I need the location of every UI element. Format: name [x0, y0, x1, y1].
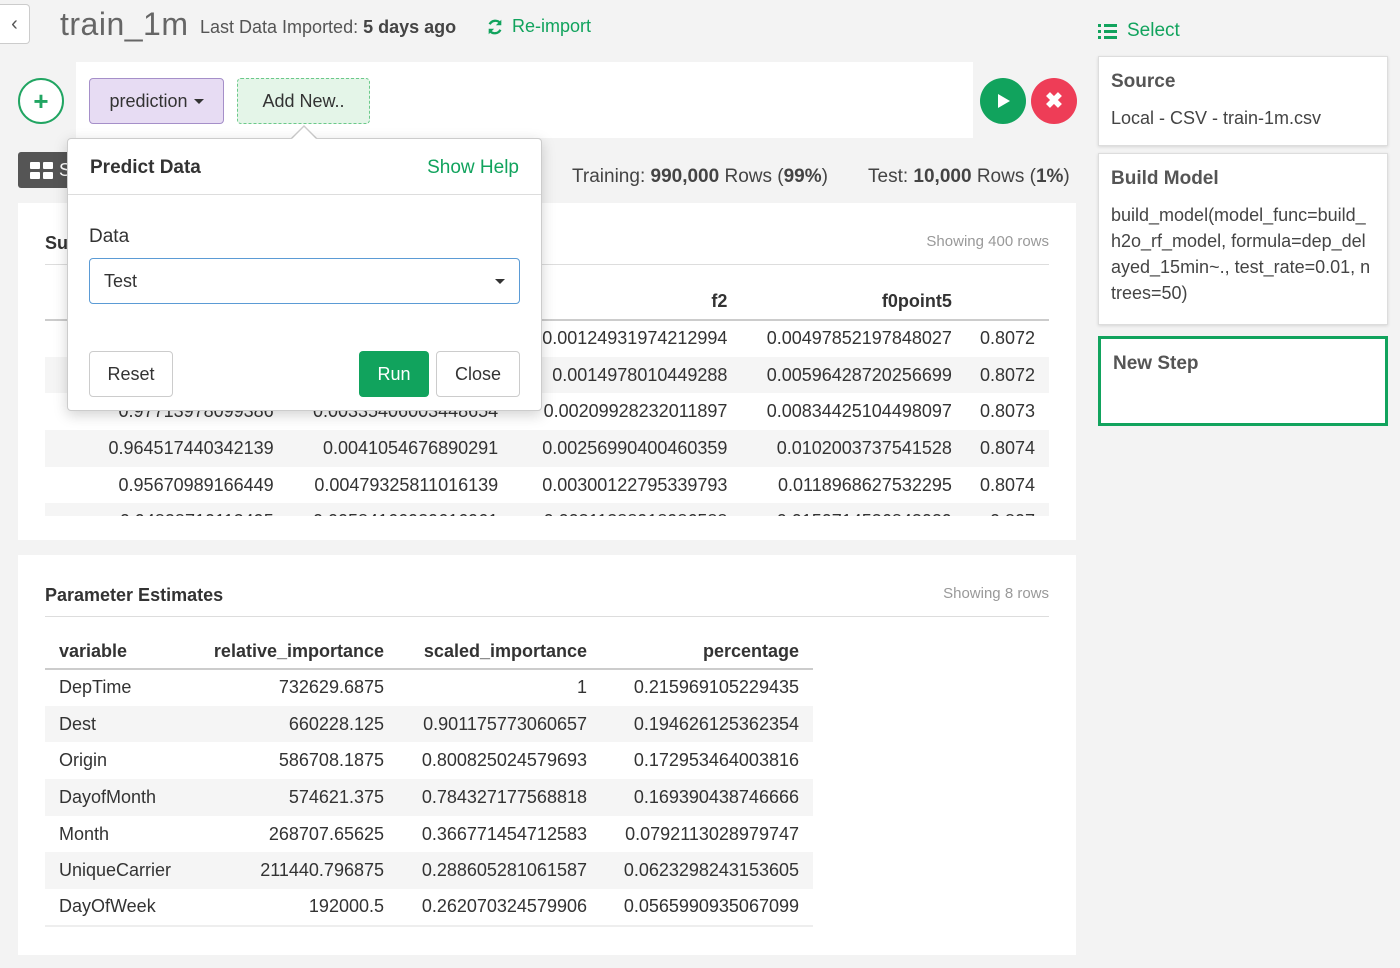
data-select[interactable]: Test	[89, 258, 520, 304]
step-card-source[interactable]: Source Local - CSV - train-1m.csv	[1098, 56, 1388, 146]
parameter-table: variable relative_importance scaled_impo…	[45, 635, 813, 927]
page-title: train_1m	[60, 6, 189, 42]
summary-showing-count: Showing 400 rows	[926, 233, 1049, 250]
chevron-left-icon: ‹	[11, 12, 18, 35]
table-row: Origin 586708.1875 0.800825024579693 0.1729…	[59, 750, 799, 771]
back-button[interactable]: ‹	[0, 4, 30, 44]
caret-down-icon	[193, 98, 204, 104]
param-panel-title: Parameter Estimates	[45, 585, 224, 605]
table-row: DepTime 732629.6875 1 0.215969105229435	[59, 677, 799, 698]
caret-down-icon	[495, 279, 505, 284]
training-rows: 990,000	[650, 166, 720, 187]
run-step-button[interactable]	[980, 78, 1026, 124]
cancel-step-button[interactable]: ✖	[1031, 78, 1077, 124]
data-select-value: Test	[104, 270, 138, 291]
predict-data-popover: Predict Data Show Help Data Test Reset R…	[67, 138, 542, 411]
training-rows-word: Rows	[724, 166, 772, 187]
step-card-build-model[interactable]: Build Model build_model(model_func=build…	[1098, 153, 1388, 325]
step-body: Local - CSV - train-1m.csv	[1111, 108, 1322, 128]
popover-title: Predict Data	[90, 157, 201, 178]
add-new-button[interactable]: Add New..	[237, 78, 370, 124]
column-header	[965, 283, 1049, 321]
table-row: DayOfWeek 192000.5 0.262070324579906 0.0565…	[45, 889, 813, 927]
step-card-new-step[interactable]: New Step	[1098, 336, 1388, 426]
close-button[interactable]: Close	[436, 351, 520, 397]
show-help-link[interactable]: Show Help	[427, 157, 519, 179]
play-icon	[998, 94, 1010, 108]
param-showing-count: Showing 8 rows	[943, 585, 1049, 602]
test-summary: Test: 10,000 Rows (1%)	[868, 166, 1070, 187]
column-header: scaled_importance	[398, 635, 601, 670]
plus-icon: +	[33, 85, 49, 116]
select-label: Select	[1127, 20, 1180, 41]
reimport-link[interactable]: Re-import	[486, 16, 591, 37]
column-header: percentage	[601, 635, 813, 670]
table-row: Month 268707.65625 0.366771454712583 0.0792…	[59, 823, 799, 844]
last-imported-value: 5 days ago	[363, 17, 457, 37]
table-row: Dest 660228.125 0.901175773060657 0.1946261…	[45, 705, 813, 743]
summary-panel-title: Su	[45, 233, 69, 253]
test-label: Test:	[868, 166, 909, 187]
column-header: variable	[45, 635, 190, 670]
close-icon: ✖	[1044, 88, 1064, 113]
run-button[interactable]: Run	[359, 351, 429, 397]
step-title: New Step	[1113, 353, 1199, 374]
parameter-estimates-panel: Parameter Estimates Showing 8 rows varia…	[18, 555, 1076, 955]
step-title: Source	[1111, 71, 1176, 92]
test-rows-word: Rows	[976, 166, 1025, 187]
reimport-label: Re-import	[512, 16, 592, 36]
refresh-icon	[488, 19, 502, 34]
reset-button[interactable]: Reset	[89, 351, 173, 397]
last-imported-label: Last Data Imported:	[200, 17, 359, 37]
column-header: relative_importance	[190, 635, 398, 670]
data-field-label: Data	[89, 226, 130, 247]
table-row: 0.95670989166449 0.00479325811016139 0.003…	[118, 474, 1035, 495]
training-label: Training:	[572, 166, 646, 187]
select-steps-link[interactable]: Select	[1098, 20, 1180, 42]
column-header: f0point5	[741, 283, 966, 321]
command-dropdown[interactable]: prediction	[89, 78, 224, 124]
table-row: 0.964517440342139 0.0041054676890291 0.002…	[45, 430, 1049, 467]
popover-arrow-inner	[291, 127, 317, 140]
test-pct: 1%	[1035, 166, 1064, 187]
training-summary: Training: 990,000 Rows (99%)	[572, 166, 828, 187]
list-icon	[1098, 23, 1117, 39]
last-imported: Last Data Imported: 5 days ago	[200, 17, 456, 38]
grid-icon	[30, 161, 53, 179]
add-step-button[interactable]: +	[18, 78, 64, 124]
step-title: Build Model	[1111, 168, 1219, 189]
training-pct: 99%	[783, 166, 822, 187]
step-body: build_model(model_func=build_h2o_rf_mode…	[1111, 205, 1371, 303]
test-rows: 10,000	[913, 166, 972, 187]
table-row: 0.948287101124950.005841669296169610.003…	[45, 503, 1049, 516]
column-header: f2	[512, 283, 742, 321]
table-row: DayofMonth 574621.375 0.784327177568818 0.1…	[45, 779, 813, 816]
command-label: prediction	[109, 90, 188, 111]
table-row: UniqueCarrier 211440.796875 0.288605281061…	[45, 852, 813, 890]
